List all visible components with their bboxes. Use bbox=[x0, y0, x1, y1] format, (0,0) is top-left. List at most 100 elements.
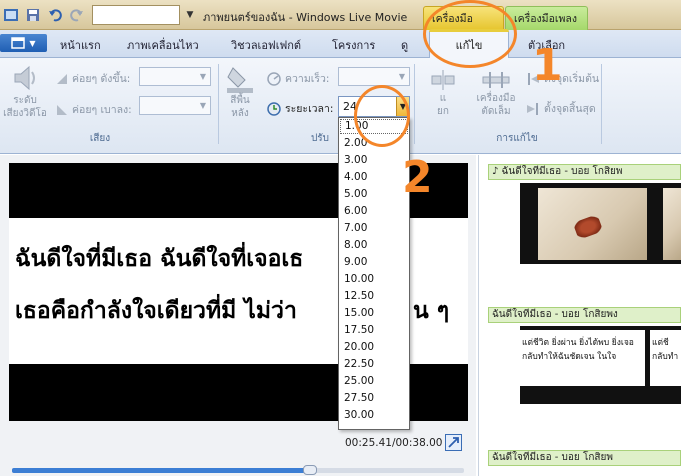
caption-line-1: ฉันดีใจที่มีเธอ ฉันดีใจที่เจอเธ bbox=[15, 246, 304, 272]
timecode: 00:25.41/00:38.00 bbox=[345, 437, 443, 449]
fade-out-icon bbox=[57, 104, 67, 115]
duration-option[interactable]: 30.00 bbox=[339, 407, 409, 424]
seek-bar-progress bbox=[12, 468, 310, 473]
clip-thumbnail bbox=[663, 188, 681, 260]
text-frame: แต่ชี กลับทำ bbox=[650, 330, 681, 386]
fade-out-row: ค่อยๆ เบาลง: bbox=[56, 101, 132, 118]
window-title: ภาพยนตร์ของฉัน - Windows Live Movie bbox=[203, 11, 408, 24]
fade-out-select[interactable]: ▼ bbox=[139, 96, 211, 115]
duration-option[interactable]: 20.00 bbox=[339, 339, 409, 356]
duration-option[interactable]: 8.00 bbox=[339, 237, 409, 254]
text-frame-b-line-1: แต่ชี bbox=[652, 338, 669, 348]
quick-access-toolbar: ▼ bbox=[2, 4, 196, 26]
app-icon bbox=[2, 6, 20, 24]
chevron-down-icon: ▼ bbox=[199, 72, 207, 81]
caption-track-label[interactable]: ฉันดีใจที่มีเธอ - บอย โกสิยพ bbox=[488, 450, 681, 466]
qat-combo[interactable] bbox=[92, 5, 180, 25]
duration-label: ระยะเวลา: bbox=[285, 103, 334, 115]
adjust-group-label: ปรับ bbox=[310, 133, 330, 144]
duration-option[interactable]: 3.00 bbox=[339, 152, 409, 169]
background-color-button[interactable]: สีพื้น หลัง bbox=[223, 62, 257, 120]
text-frame-line-1: แต่ชีวิต ยิ่งผ่าน ยิ่งได้พบ ยิ่งเจอ bbox=[522, 338, 634, 348]
group-separator bbox=[218, 64, 219, 144]
ribbon-tab-row: ▼ หน้าแรก ภาพเคลื่อนไหว วิชวลเอฟเฟกต์ โค… bbox=[0, 30, 681, 58]
duration-option[interactable]: 10.00 bbox=[339, 271, 409, 288]
caption-line-2-tail: น ๆ bbox=[413, 298, 450, 324]
audio-group-label: เสียง bbox=[89, 133, 111, 144]
chevron-down-icon: ▼ bbox=[398, 72, 406, 81]
speed-label: ความเร็ว: bbox=[285, 73, 330, 85]
duration-option[interactable]: 12.50 bbox=[339, 288, 409, 305]
duration-option[interactable]: 9.00 bbox=[339, 254, 409, 271]
background-label-2: หลัง bbox=[231, 108, 249, 119]
text-frame: แต่ชีวิต ยิ่งผ่าน ยิ่งได้พบ ยิ่งเจอ กลับ… bbox=[520, 330, 645, 386]
tab-animations[interactable]: ภาพเคลื่อนไหว bbox=[127, 36, 199, 54]
trim-label-2: ตัดเล็ม bbox=[481, 106, 511, 117]
duration-option[interactable]: 17.50 bbox=[339, 322, 409, 339]
group-separator bbox=[414, 64, 415, 144]
duration-option[interactable]: 25.00 bbox=[339, 373, 409, 390]
duration-clock-icon bbox=[267, 101, 281, 116]
title-bar: ▼ ภาพยนตร์ของฉัน - Windows Live Movie เค… bbox=[0, 0, 681, 42]
tab-project[interactable]: โครงการ bbox=[332, 36, 375, 54]
video-volume-button[interactable]: ระดับ เสียงวิดีโอ bbox=[2, 62, 48, 120]
fade-in-select[interactable]: ▼ bbox=[139, 67, 211, 86]
tab-visual-effects[interactable]: วิชวลเอฟเฟกต์ bbox=[231, 36, 301, 54]
group-separator bbox=[601, 64, 602, 144]
fade-out-label: ค่อยๆ เบาลง: bbox=[72, 104, 132, 116]
undo-icon[interactable] bbox=[46, 6, 64, 24]
qat-customize-icon[interactable]: ▼ bbox=[184, 6, 196, 24]
duration-option[interactable]: 4.00 bbox=[339, 169, 409, 186]
speed-select[interactable]: ▼ bbox=[338, 67, 410, 86]
seek-bar-thumb[interactable] bbox=[303, 465, 317, 475]
set-end-icon bbox=[527, 102, 538, 115]
duration-option[interactable]: 22.50 bbox=[339, 356, 409, 373]
chevron-down-icon: ▼ bbox=[199, 101, 207, 110]
duration-option[interactable]: 5.00 bbox=[339, 186, 409, 203]
split-label-1: แ bbox=[439, 93, 447, 104]
tab-home[interactable]: หน้าแรก bbox=[60, 36, 101, 54]
set-end-point-button[interactable]: ตั้งจุดสิ้นสุด bbox=[526, 100, 596, 117]
fade-in-label: ค่อยๆ ดังขึ้น: bbox=[72, 73, 131, 85]
volume-label-2: เสียงวิดีโอ bbox=[3, 108, 47, 119]
split-label-2: ยก bbox=[437, 106, 449, 117]
paint-bucket-icon bbox=[227, 67, 253, 93]
app-menu-icon bbox=[11, 37, 26, 49]
fullscreen-button[interactable] bbox=[445, 434, 462, 451]
duration-option[interactable]: 7.00 bbox=[339, 220, 409, 237]
duration-option[interactable]: 6.00 bbox=[339, 203, 409, 220]
speaker-icon bbox=[14, 65, 35, 91]
redo-icon[interactable] bbox=[68, 6, 86, 24]
annotation-ellipse-2 bbox=[354, 85, 410, 147]
trim-label-1: เครื่องมือ bbox=[476, 93, 516, 104]
split-icon bbox=[431, 70, 455, 90]
music-track-label[interactable]: ♪ ฉันดีใจที่มีเธอ - บอย โกสิยพ bbox=[488, 164, 681, 180]
background-label-1: สีพื้น bbox=[230, 95, 250, 106]
speed-icon bbox=[267, 71, 281, 86]
volume-label-1: ระดับ bbox=[13, 95, 37, 106]
set-end-label: ตั้งจุดสิ้นสุด bbox=[544, 103, 596, 115]
edit-group-label: การแก้ไข bbox=[496, 133, 538, 144]
chevron-down-icon: ▼ bbox=[29, 38, 36, 48]
annotation-number-1: 1 bbox=[532, 40, 563, 91]
caption-track-label[interactable]: ฉันดีใจที่มีเธอ - บอย โกสิยพง bbox=[488, 307, 681, 323]
annotation-number-2: 2 bbox=[402, 152, 433, 203]
trim-tool-button[interactable]: เครื่องมือ ตัดเล็ม bbox=[470, 68, 522, 118]
duration-row: ระยะเวลา: bbox=[267, 100, 333, 117]
tab-view[interactable]: ดู bbox=[401, 36, 408, 54]
expand-icon bbox=[448, 437, 459, 448]
speed-row: ความเร็ว: bbox=[267, 70, 329, 87]
save-icon[interactable] bbox=[24, 6, 42, 24]
split-button[interactable]: แ ยก bbox=[425, 68, 461, 118]
duration-option[interactable]: 27.50 bbox=[339, 390, 409, 407]
duration-option[interactable]: 15.00 bbox=[339, 305, 409, 322]
context-tab-music-tools[interactable]: เครื่องมือเพลง bbox=[505, 6, 588, 30]
duration-dropdown-list[interactable]: 1.00 2.00 3.00 4.00 5.00 6.00 7.00 8.00 9.00 10.0… bbox=[338, 117, 410, 430]
annotation-ellipse-1 bbox=[423, 0, 517, 68]
fade-in-icon bbox=[57, 73, 67, 84]
fade-in-row: ค่อยๆ ดังขึ้น: bbox=[56, 70, 130, 87]
caption-line-2: เธอคือกำลังใจเดียวที่มี ไม่ว่า bbox=[15, 298, 297, 324]
text-frame-line-2: กลับทำให้ฉันชัดเจน ในใจ bbox=[522, 352, 617, 362]
app-menu-button[interactable]: ▼ bbox=[0, 34, 47, 52]
text-frame-b-line-2: กลับทำ bbox=[652, 352, 679, 362]
